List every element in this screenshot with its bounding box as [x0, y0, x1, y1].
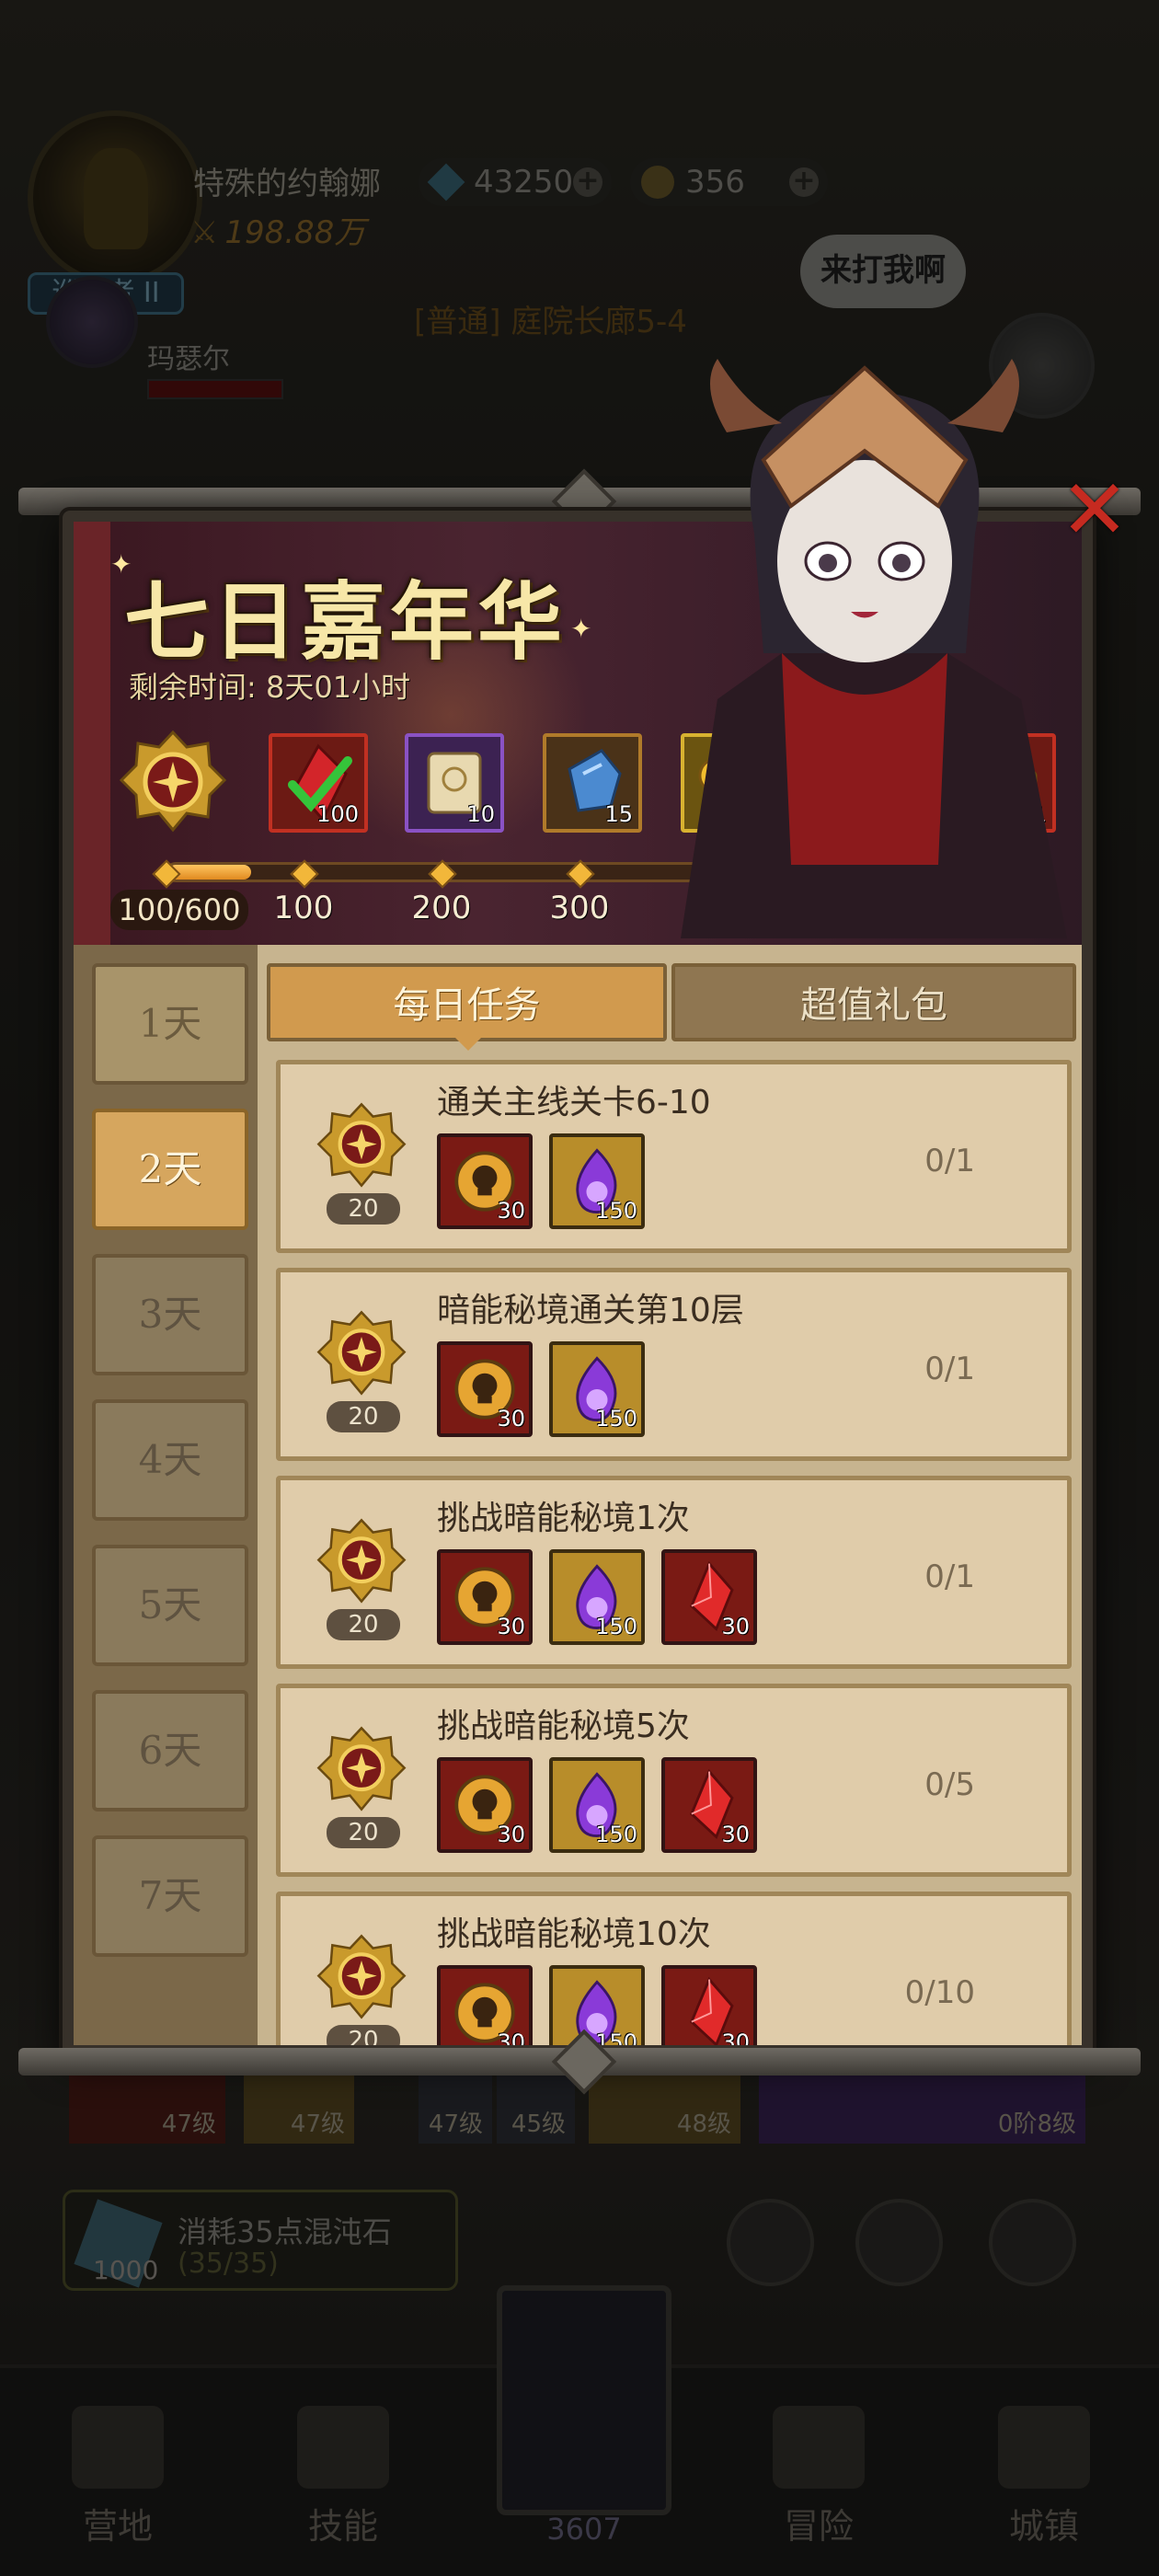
task-reward-qty: 30: [497, 1614, 525, 1639]
task-progress: 0/10: [904, 1974, 975, 2011]
points-medal-icon: [316, 1310, 407, 1396]
day-tab-2[interactable]: 2天: [92, 1109, 248, 1230]
task-points: 20: [327, 1609, 400, 1640]
day-tab-3[interactable]: 3天: [92, 1254, 248, 1375]
points-medal-icon: [316, 1726, 407, 1811]
task-reward-qty: 30: [721, 1822, 750, 1847]
day-tab-1[interactable]: 1天: [92, 963, 248, 1085]
task-points: 20: [327, 1193, 400, 1225]
task-card[interactable]: 20 挑战暗能秘境10次 0/10 30 150 30: [276, 1892, 1072, 2045]
task-card[interactable]: 20 挑战暗能秘境1次 0/1 30 150 30: [276, 1476, 1072, 1669]
task-title: 挑战暗能秘境1次: [437, 1500, 690, 1537]
task-reward-qty: 150: [595, 1406, 637, 1432]
event-timer: 剩余时间: 8天01小时: [129, 664, 410, 707]
task-points-medal: 20: [306, 1517, 417, 1640]
task-reward-skull-coin[interactable]: 30: [437, 1549, 533, 1645]
points-medal-icon: [316, 1934, 407, 2019]
task-reward-skull-coin[interactable]: 30: [437, 1341, 533, 1437]
sparkle-icon: ✦: [110, 549, 132, 580]
task-reward-skull-coin[interactable]: 30: [437, 1757, 533, 1853]
task-reward-qty: 150: [595, 1614, 637, 1639]
task-reward-purple-soul[interactable]: 150: [549, 1133, 645, 1229]
task-reward-purple-soul[interactable]: 150: [549, 1549, 645, 1645]
task-reward-qty: 30: [497, 1406, 525, 1432]
task-points: 20: [327, 1401, 400, 1432]
task-reward-red-gem[interactable]: 30: [661, 1549, 757, 1645]
task-reward-red-gem[interactable]: 30: [661, 1757, 757, 1853]
reward-scroll[interactable]: 10: [405, 733, 504, 833]
task-reward-qty: 30: [721, 1614, 750, 1639]
reward-red-crystal[interactable]: 100: [269, 733, 368, 833]
task-progress: 0/1: [924, 1351, 975, 1387]
sparkle-icon: ✦: [570, 614, 592, 644]
task-progress: 0/5: [924, 1766, 975, 1803]
reward-qty: 15: [604, 801, 633, 827]
reward-blue-ore[interactable]: 15: [543, 733, 642, 833]
task-title: 挑战暗能秘境10次: [437, 1915, 711, 1953]
task-reward-qty: 30: [497, 1198, 525, 1224]
task-card[interactable]: 20 挑战暗能秘境5次 0/5 30 150 30: [276, 1684, 1072, 1877]
day-tab-5[interactable]: 5天: [92, 1545, 248, 1666]
task-card[interactable]: 20 暗能秘境通关第10层 0/1 30 150: [276, 1268, 1072, 1461]
points-progress-fill: [168, 865, 252, 880]
milestone-label: 100: [273, 890, 334, 926]
task-reward-purple-soul[interactable]: 150: [549, 1341, 645, 1437]
reward-qty: 10: [466, 801, 495, 827]
points-count: 100/600: [110, 890, 248, 930]
task-reward-skull-coin[interactable]: 30: [437, 1965, 533, 2045]
task-title: 暗能秘境通关第10层: [437, 1292, 744, 1329]
timer-value: 8天01小时: [265, 670, 411, 705]
task-points-medal: 20: [306, 1309, 417, 1432]
points-medal-icon: [316, 1518, 407, 1604]
task-title: 通关主线关卡6-10: [437, 1084, 711, 1121]
demon-girl-character: [681, 359, 1067, 938]
milestone-label: 300: [549, 890, 610, 926]
task-reward-red-gem[interactable]: 30: [661, 1965, 757, 2045]
task-points-medal: 20: [306, 1725, 417, 1848]
day-tabs: 1天 2天 3天 4天 5天 6天 7天: [74, 945, 285, 2045]
tab-daily-tasks[interactable]: 每日任务: [267, 963, 667, 1041]
task-reward-skull-coin[interactable]: 30: [437, 1133, 533, 1229]
task-points-medal: 20: [306, 1933, 417, 2045]
tab-value-pack[interactable]: 超值礼包: [671, 963, 1076, 1041]
task-content: 每日任务 超值礼包 20 通关主线关卡6-10 0/1 30 150 20 暗能秘…: [258, 945, 1082, 2045]
curtain-left: [74, 522, 110, 945]
task-reward-purple-soul[interactable]: 150: [549, 1757, 645, 1853]
day-tab-7[interactable]: 7天: [92, 1835, 248, 1957]
timer-label: 剩余时间:: [129, 670, 257, 705]
points-medal-icon: [119, 730, 227, 833]
day-tab-6[interactable]: 6天: [92, 1690, 248, 1811]
task-points: 20: [327, 1817, 400, 1848]
active-tab-pointer: [455, 1038, 481, 1051]
task-reward-qty: 30: [497, 1822, 525, 1847]
task-title: 挑战暗能秘境5次: [437, 1708, 690, 1745]
day-tab-4[interactable]: 4天: [92, 1399, 248, 1521]
task-reward-qty: 150: [595, 1822, 637, 1847]
points-medal-icon: [316, 1102, 407, 1188]
task-card[interactable]: 20 通关主线关卡6-10 0/1 30 150: [276, 1060, 1072, 1253]
task-points-medal: 20: [306, 1101, 417, 1225]
task-progress: 0/1: [924, 1558, 975, 1595]
task-progress: 0/1: [924, 1143, 975, 1179]
milestone-label: 200: [411, 890, 472, 926]
close-icon[interactable]: ✕: [1058, 469, 1131, 552]
task-reward-qty: 150: [595, 1198, 637, 1224]
reward-qty: 100: [316, 801, 359, 827]
event-title: 七日嘉年华: [124, 572, 567, 672]
